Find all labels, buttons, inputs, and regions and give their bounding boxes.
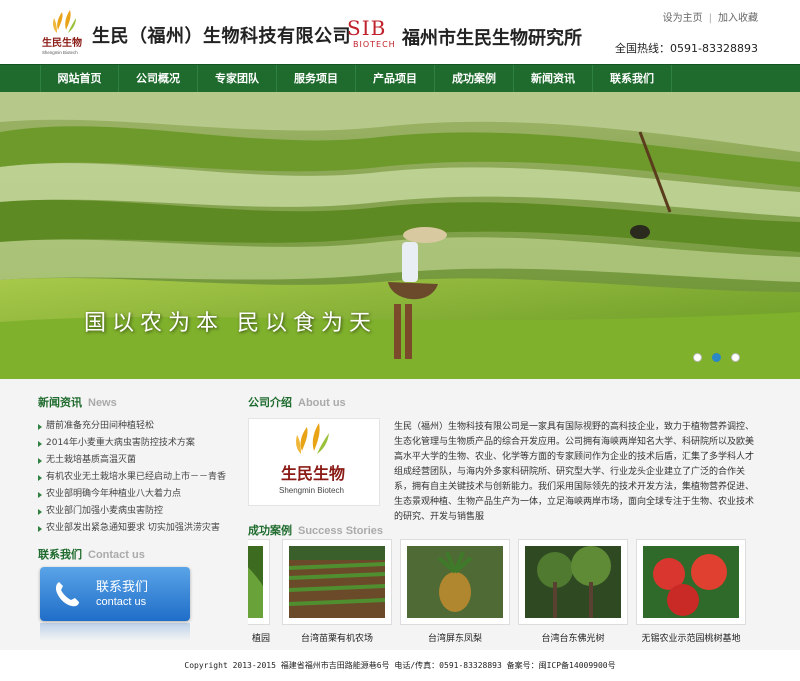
about-logo-image: 生民生物 Shengmin Biotech: [248, 418, 380, 506]
case-photo-frame: [248, 539, 270, 625]
case-photo-frame: [518, 539, 628, 625]
slide-dot-3[interactable]: [731, 353, 740, 362]
nav-item-products[interactable]: 产品项目: [356, 65, 435, 93]
nav-item-experts[interactable]: 专家团队: [198, 65, 277, 93]
contact-button-cn: 联系我们: [96, 580, 149, 595]
set-home-link[interactable]: 设为主页: [663, 13, 703, 24]
hero-banner[interactable]: 国以农为本 民以食为天: [0, 92, 800, 379]
logo-mark-text: 生民生物: [42, 36, 82, 49]
about-logo-cn: 生民生物: [281, 464, 345, 483]
cases-carousel: 植园 台湾苗栗有机农场 台湾屏东凤梨 台湾台东佛光树 无锡农业示范园桃树基地: [248, 539, 800, 650]
cases-title-en: Success Stories: [298, 525, 383, 537]
case-photo-frame: [400, 539, 510, 625]
sib-logo-text: SIB: [347, 16, 387, 40]
case-item[interactable]: 无锡农业示范园桃树基地: [636, 539, 746, 644]
news-item[interactable]: 有机农业无土栽培水果已经启动上市－－青香: [38, 469, 228, 486]
about-title-cn[interactable]: 公司介绍: [248, 396, 292, 409]
case-item[interactable]: 台湾苗栗有机农场: [282, 539, 392, 644]
about-description: 生民（福州）生物科技有限公司是一家具有国际视野的高科技企业，致力于植物营养调控、…: [394, 422, 755, 522]
about-logo-en: Shengmin Biotech: [279, 486, 344, 495]
nav-item-services[interactable]: 服务项目: [277, 65, 356, 93]
nav-item-contact[interactable]: 联系我们: [593, 65, 672, 93]
cases-title-cn[interactable]: 成功案例: [248, 524, 292, 537]
nav-item-cases[interactable]: 成功案例: [435, 65, 514, 93]
shengmin-logo-icon: 生民生物 Shengmin Biotech: [279, 423, 345, 495]
nav-item-news[interactable]: 新闻资讯: [514, 65, 593, 93]
contact-us-button[interactable]: 联系我们 contact us: [40, 567, 190, 621]
contact-title-en: Contact us: [88, 549, 145, 561]
news-item[interactable]: 农业部明确今年种植业八大着力点: [38, 486, 228, 503]
contact-section-title: 联系我们 Contact us: [38, 546, 145, 562]
news-item[interactable]: 腊前准备充分田间种植轻松: [38, 418, 228, 435]
contact-button-en: contact us: [96, 596, 147, 608]
case-item[interactable]: 植园: [248, 539, 270, 644]
right-column: 公司介绍 About us 生民生物 Shengmin Biotech 生民（福州…: [248, 379, 800, 650]
case-caption: 无锡农业示范园桃树基地: [641, 634, 741, 644]
shengmin-logo-icon[interactable]: 生民生物 Shengmin Biotech: [40, 8, 84, 56]
logo-mark-en: Shengmin Biotech: [42, 50, 78, 55]
case-caption: 台湾屏东凤梨: [427, 634, 482, 644]
news-item[interactable]: 农业部门加强小麦病虫害防控: [38, 503, 228, 520]
hotline: 全国热线：0591-83328893: [615, 42, 758, 55]
news-title-en: News: [88, 397, 117, 409]
news-list: 腊前准备充分田间种植轻松 2014年小麦重大病虫害防控技术方案 无土栽培基质高温…: [38, 418, 228, 537]
slide-dot-1[interactable]: [693, 353, 702, 362]
case-item[interactable]: 台湾台东佛光树: [518, 539, 628, 644]
top-links: 设为主页 | 加入收藏: [663, 9, 758, 24]
contact-button-reflection: [40, 623, 190, 641]
cases-section-title: 成功案例 Success Stories: [248, 522, 383, 538]
phone-icon: [55, 582, 79, 607]
add-favorite-link[interactable]: 加入收藏: [718, 13, 758, 24]
site-header: 生民生物 Shengmin Biotech 生民（福州）生物科技有限公司 SIB…: [0, 0, 800, 64]
news-item[interactable]: 农业部发出紧急通知要求 切实加强洪涝灾害: [38, 520, 228, 537]
about-title-en: About us: [298, 397, 346, 409]
news-section-title: 新闻资讯 News: [38, 394, 117, 410]
slide-dot-2[interactable]: [712, 353, 721, 362]
sib-logo-sub: BIOTECH: [353, 40, 396, 49]
sib-biotech-logo: SIB BIOTECH: [347, 16, 397, 54]
case-item[interactable]: 台湾屏东凤梨: [400, 539, 510, 644]
top-links-separator: |: [708, 13, 712, 24]
case-photo-peaches: [643, 546, 739, 618]
news-title-cn[interactable]: 新闻资讯: [38, 396, 82, 409]
case-photo-pineapple: [407, 546, 503, 618]
case-photo-plants: [248, 546, 263, 618]
slide-indicators: [693, 353, 740, 362]
news-item[interactable]: 2014年小麦重大病虫害防控技术方案: [38, 435, 228, 452]
main-nav: 网站首页 公司概况 专家团队 服务项目 产品项目 成功案例 新闻资讯 联系我们: [0, 64, 800, 93]
nav-item-home[interactable]: 网站首页: [40, 65, 119, 93]
case-photo-frame: [636, 539, 746, 625]
case-caption: 植园: [251, 634, 270, 644]
case-photo-farm: [288, 546, 386, 618]
case-photo-trees: [525, 546, 621, 618]
case-photo-frame: [282, 539, 392, 625]
company-name: 生民（福州）生物科技有限公司: [92, 26, 351, 47]
nav-item-about[interactable]: 公司概况: [119, 65, 198, 93]
footer-text: Copyright 2013-2015 福建省福州市吉田路能源巷6号 电话/传真…: [184, 661, 616, 670]
about-section-title: 公司介绍 About us: [248, 394, 346, 410]
banner-slogan: 国以农为本 民以食为天: [84, 311, 377, 336]
site-footer: Copyright 2013-2015 福建省福州市吉田路能源巷6号 电话/传真…: [0, 650, 800, 681]
institute-name: 福州市生民生物研究所: [402, 28, 582, 49]
case-caption: 台湾苗栗有机农场: [300, 634, 373, 644]
contact-title-cn[interactable]: 联系我们: [38, 548, 82, 561]
main-content: 新闻资讯 News 腊前准备充分田间种植轻松 2014年小麦重大病虫害防控技术方案…: [0, 379, 800, 650]
case-caption: 台湾台东佛光树: [541, 634, 605, 644]
news-item[interactable]: 无土栽培基质高温灭菌: [38, 452, 228, 469]
